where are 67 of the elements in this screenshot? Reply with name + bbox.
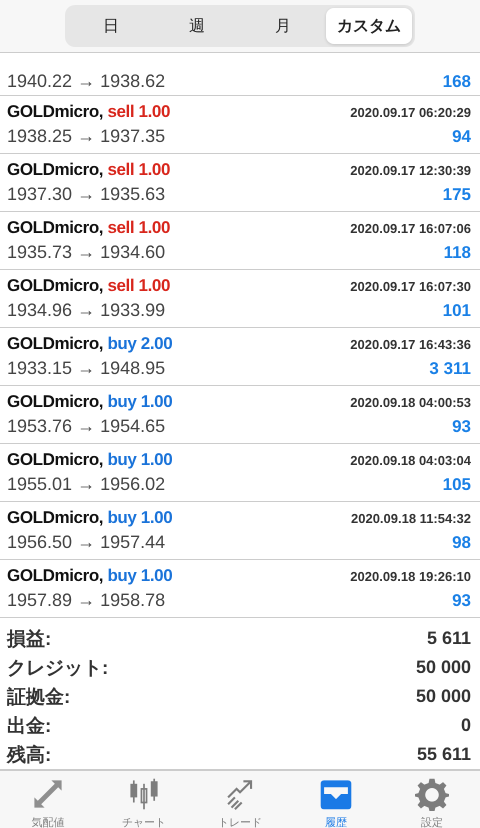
deal-profit: 3 311 xyxy=(429,359,471,379)
deal-profit: 98 xyxy=(452,533,471,553)
summary-label: 出金: xyxy=(7,714,52,738)
period-tab[interactable]: カスタム xyxy=(326,8,412,44)
summary-label: 証拠金: xyxy=(7,686,70,710)
deal-time: 2020.09.18 04:03:04 xyxy=(350,453,471,468)
summary-value: 5 611 xyxy=(426,628,471,649)
summary-label: クレジット: xyxy=(7,656,108,680)
deal-order: buy 1.00 xyxy=(107,566,172,585)
deal-time: 2020.09.17 16:07:30 xyxy=(350,279,471,294)
tab-bar-item[interactable]: トレード xyxy=(192,771,288,828)
deal-symbol: GOLDmicro, xyxy=(7,392,104,411)
deal-time: 2020.09.17 16:07:06 xyxy=(350,221,471,236)
deal-symbol: GOLDmicro, xyxy=(7,566,104,585)
deal-profit: 118 xyxy=(444,243,471,263)
summary-value: 0 xyxy=(460,715,471,736)
deal-order: sell 1.00 xyxy=(107,276,170,295)
tab-bar-item[interactable]: チャート xyxy=(96,771,192,828)
deal-symbol: GOLDmicro, xyxy=(7,508,104,527)
deal-order: sell 1.00 xyxy=(107,160,170,179)
summary-label: 損益: xyxy=(7,628,52,652)
deal-order: buy 2.00 xyxy=(107,334,172,353)
deal-order: buy 1.00 xyxy=(107,392,172,411)
deal-prices: 1956.50 → 1957.44 xyxy=(7,532,166,553)
deal-profit: 93 xyxy=(452,591,471,611)
summary-value: 55 611 xyxy=(416,744,471,765)
deal-time: 2020.09.17 06:20:29 xyxy=(350,105,471,120)
deal-prices: 1938.25 → 1937.35 xyxy=(7,126,166,147)
deal-symbol: GOLDmicro, xyxy=(7,276,104,295)
deal-order: buy 1.00 xyxy=(107,450,172,469)
deal-prices: 1955.01 → 1956.02 xyxy=(7,474,166,495)
tab-bar-item[interactable]: 履歴 xyxy=(288,771,384,828)
period-tab[interactable]: 月 xyxy=(240,8,326,44)
deal-prices: 1957.89 → 1958.78 xyxy=(7,590,166,611)
deal-prices: 1937.30 → 1935.63 xyxy=(7,184,166,205)
deal-profit: 93 xyxy=(452,417,471,437)
deal-profit: 168 xyxy=(442,72,471,92)
deal-symbol: GOLDmicro, xyxy=(7,334,104,353)
summary-value: 50 000 xyxy=(416,686,471,707)
deal-time: 2020.09.17 12:30:39 xyxy=(350,163,471,178)
deal-symbol: GOLDmicro, xyxy=(7,160,104,179)
period-tab[interactable]: 日 xyxy=(68,8,154,44)
deal-time: 2020.09.18 11:54:32 xyxy=(351,511,471,526)
deal-order: sell 1.00 xyxy=(107,102,170,121)
deal-time: 2020.09.18 19:26:10 xyxy=(350,569,471,584)
settings-icon xyxy=(415,776,449,810)
summary-value: 50 000 xyxy=(416,657,471,678)
deal-prices: 1934.96 → 1933.99 xyxy=(7,300,166,321)
deal-profit: 105 xyxy=(442,475,471,495)
deal-time: 2020.09.17 16:43:36 xyxy=(350,337,471,352)
deal-order: sell 1.00 xyxy=(107,218,170,237)
summary-label: 残高: xyxy=(7,744,52,768)
deal-profit: 94 xyxy=(452,127,471,147)
deal-prices: 1953.76 → 1954.65 xyxy=(7,416,166,437)
deal-prices: 1933.15 → 1948.95 xyxy=(7,358,166,379)
deal-order: buy 1.00 xyxy=(107,508,172,527)
deal-symbol: GOLDmicro, xyxy=(7,450,104,469)
deal-profit: 175 xyxy=(442,185,471,205)
deal-symbol: GOLDmicro, xyxy=(7,102,104,121)
deal-prices: 1940.22 → 1938.62 xyxy=(7,71,166,92)
deal-profit: 101 xyxy=(442,301,471,321)
period-tab[interactable]: 週 xyxy=(154,8,240,44)
tab-bar-item[interactable]: 設定 xyxy=(384,771,480,828)
tab-bar-item[interactable]: 気配値 xyxy=(0,771,96,828)
deal-prices: 1935.73 → 1934.60 xyxy=(7,242,166,263)
deal-time: 2020.09.18 04:00:53 xyxy=(350,395,471,410)
deal-symbol: GOLDmicro, xyxy=(7,218,104,237)
